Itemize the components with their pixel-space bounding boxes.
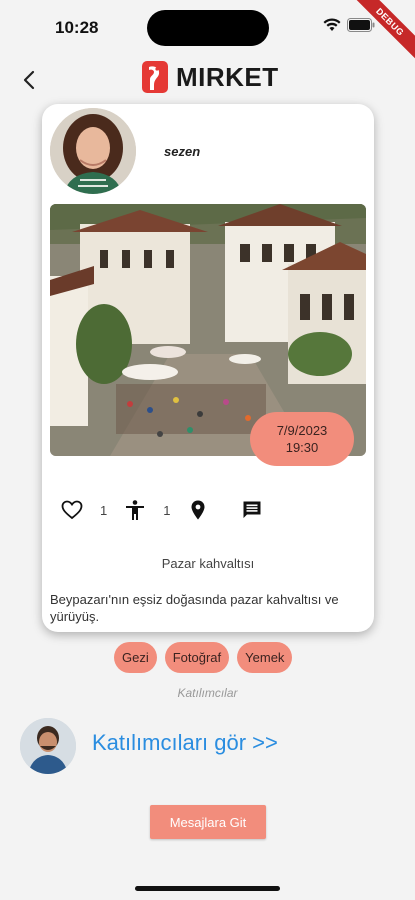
location-button[interactable] bbox=[186, 498, 210, 522]
like-count: 1 bbox=[100, 502, 108, 518]
event-card: sezen 7/9/2023 19:30 1 1 Pazar kahvaltıs… bbox=[42, 104, 374, 632]
author-avatar[interactable] bbox=[50, 108, 136, 194]
event-datetime-badge: 7/9/2023 19:30 bbox=[250, 412, 354, 466]
go-to-messages-button[interactable]: Mesajlara Git bbox=[150, 805, 266, 839]
wifi-icon bbox=[323, 18, 341, 31]
see-participants-link[interactable]: Katılımcıları gör >> bbox=[92, 730, 278, 756]
participant-avatar[interactable] bbox=[20, 718, 76, 774]
participants-heading: Katılımcılar bbox=[177, 686, 238, 700]
action-bar: 1 1 bbox=[60, 498, 264, 522]
tag-chip[interactable]: Gezi bbox=[114, 642, 157, 673]
location-pin-icon bbox=[191, 500, 205, 520]
author-username[interactable]: sezen bbox=[164, 144, 200, 159]
tag-list: Gezi Fotoğraf Yemek bbox=[114, 642, 293, 673]
event-title: Pazar kahvaltısı bbox=[161, 556, 255, 571]
status-bar: 10:28 DEBUG bbox=[0, 0, 415, 67]
debug-banner: DEBUG bbox=[345, 0, 415, 67]
event-description: Beypazarı'nın eşsiz doğasında pazar kahv… bbox=[50, 592, 339, 624]
status-time: 10:28 bbox=[55, 18, 99, 37]
battery-icon bbox=[347, 18, 375, 32]
mirket-logo-icon bbox=[142, 61, 168, 93]
logo-text: MIRKET bbox=[176, 61, 279, 92]
heart-outline-icon bbox=[61, 500, 83, 520]
system-icons bbox=[323, 18, 375, 32]
person-icon bbox=[126, 500, 145, 520]
event-time: 19:30 bbox=[285, 440, 319, 455]
event-date: 7/9/2023 bbox=[276, 423, 328, 438]
attendee-count: 1 bbox=[163, 502, 171, 518]
like-button[interactable] bbox=[60, 498, 84, 522]
comment-button[interactable] bbox=[240, 498, 264, 522]
app-logo: MIRKET bbox=[140, 58, 279, 96]
dynamic-island bbox=[147, 10, 269, 46]
attend-button[interactable] bbox=[123, 498, 147, 522]
chat-bubble-icon bbox=[243, 501, 261, 518]
home-indicator[interactable] bbox=[135, 886, 280, 891]
tag-chip[interactable]: Yemek bbox=[237, 642, 293, 673]
back-arrow-icon[interactable] bbox=[18, 68, 42, 92]
tag-chip[interactable]: Fotoğraf bbox=[164, 642, 230, 673]
